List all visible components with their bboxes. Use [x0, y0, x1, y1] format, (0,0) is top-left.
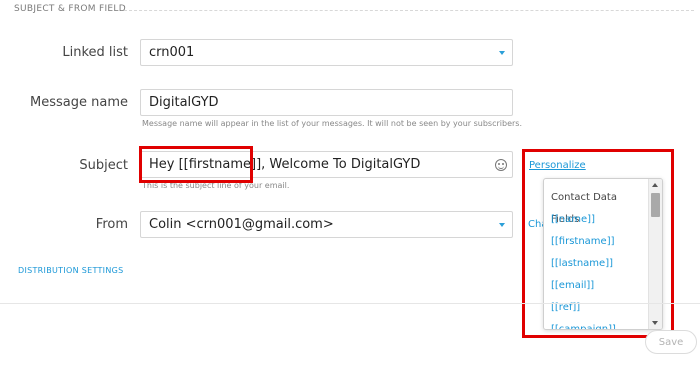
menu-item-ref[interactable]: [[ref]]: [544, 297, 648, 319]
message-name-hint: Message name will appear in the list of …: [142, 119, 522, 128]
linked-list-value: crn001: [149, 45, 195, 60]
menu-item-email[interactable]: [[email]]: [544, 275, 648, 297]
menu-item-lastname[interactable]: [[lastname]]: [544, 253, 648, 275]
section-title: SUBJECT & FROM FIELD: [14, 4, 126, 14]
from-label: From: [95, 217, 128, 232]
personalize-menu[interactable]: Contact Data Fields [[name]] [[firstname…: [543, 178, 663, 330]
chevron-down-icon: [499, 222, 505, 227]
menu-header: Contact Data Fields: [551, 192, 617, 225]
personalize-link[interactable]: Personalize: [529, 160, 586, 171]
subject-label: Subject: [79, 158, 128, 173]
smiley-icon[interactable]: [495, 158, 507, 171]
message-name-input[interactable]: DigitalGYD: [140, 89, 513, 116]
from-select[interactable]: Colin <crn001@gmail.com>: [140, 211, 513, 238]
section-divider: [124, 10, 694, 11]
menu-scrollbar[interactable]: [648, 179, 662, 329]
chevron-down-icon: [499, 50, 505, 55]
menu-item-campaign[interactable]: [[campaign]]: [544, 319, 648, 329]
distribution-settings-link[interactable]: DISTRIBUTION SETTINGS: [18, 266, 124, 275]
message-name-label: Message name: [30, 95, 128, 110]
scroll-up-icon[interactable]: [652, 183, 658, 187]
linked-list-select[interactable]: crn001: [140, 39, 513, 66]
highlight-box-subject: [139, 146, 253, 183]
save-button[interactable]: Save: [645, 330, 697, 354]
scroll-thumb[interactable]: [651, 193, 660, 217]
scroll-down-icon[interactable]: [652, 321, 658, 325]
linked-list-label: Linked list: [62, 45, 128, 60]
message-name-value: DigitalGYD: [149, 95, 219, 110]
footer-divider: [0, 303, 700, 304]
from-value: Colin <crn001@gmail.com>: [149, 217, 334, 232]
menu-item-firstname[interactable]: [[firstname]]: [544, 231, 648, 253]
menu-item-name[interactable]: [[name]]: [544, 209, 648, 231]
